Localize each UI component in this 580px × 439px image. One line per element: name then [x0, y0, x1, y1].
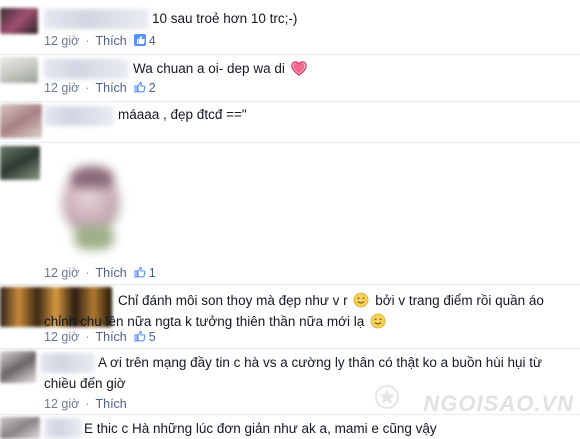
commenter-name[interactable] [44, 59, 129, 79]
like-count[interactable]: 4 [149, 34, 156, 48]
like-button[interactable]: Thích [95, 330, 126, 344]
comment-text: Wa chuan a oi- dep wa di [133, 58, 309, 82]
divider [0, 101, 580, 102]
comment-image[interactable] [44, 148, 134, 254]
divider [0, 284, 580, 285]
timestamp[interactable]: 12 giờ [44, 34, 79, 48]
comment-text: chiều đến giờ [44, 376, 126, 391]
like-button[interactable]: Thích [95, 266, 126, 280]
comment-meta: 12 giờ · Thích 2 [44, 80, 156, 96]
separator-dot: · [85, 330, 90, 344]
avatar[interactable] [0, 351, 36, 383]
thumbs-up-icon[interactable] [133, 33, 147, 50]
avatar[interactable] [0, 146, 40, 180]
thumbs-up-icon[interactable] [133, 265, 147, 282]
avatar[interactable] [0, 104, 42, 138]
like-count[interactable]: 1 [149, 266, 156, 280]
divider [0, 54, 580, 55]
comment-meta: 12 giờ · Thích 1 [44, 265, 156, 281]
comment-text: E thic c Hà những lúc đơn giản như ak a,… [84, 421, 437, 436]
timestamp[interactable]: 12 giờ [44, 397, 79, 411]
separator-dot: · [85, 34, 90, 48]
commenter-name[interactable] [40, 353, 95, 373]
timestamp[interactable]: 12 giờ [44, 266, 79, 280]
comment-meta: 12 giờ · Thích 5 [44, 329, 156, 345]
like-button[interactable]: Thích [95, 34, 126, 48]
separator-dot: · [85, 81, 90, 95]
commenter-name[interactable] [44, 9, 149, 29]
separator-dot: · [85, 397, 90, 411]
smile-emoji-icon [370, 313, 386, 335]
thumbs-up-icon[interactable] [133, 80, 147, 97]
timestamp[interactable]: 12 giờ [44, 81, 79, 95]
like-count[interactable]: 2 [149, 81, 156, 95]
commenter-name[interactable] [44, 418, 82, 438]
divider [0, 414, 580, 415]
heart-icon [290, 61, 307, 82]
separator-dot: · [85, 266, 90, 280]
like-button[interactable]: Thích [95, 397, 126, 411]
timestamp[interactable]: 12 giờ [44, 330, 79, 344]
comment-text: A ơi trên mạng đầy tin c hà vs a cường l… [98, 355, 543, 370]
comment-meta: 12 giờ · Thích [44, 396, 127, 412]
comment-meta: 12 giờ · Thích 4 [44, 33, 156, 49]
divider [0, 142, 580, 143]
comment-text: máaaa , đẹp đtcđ ==" [118, 107, 247, 122]
avatar[interactable] [0, 417, 40, 439]
comment-text: 10 sau troẻ hơn 10 trc;-) [152, 11, 298, 26]
thumbs-up-icon[interactable] [133, 329, 147, 346]
commenter-name[interactable] [44, 106, 114, 126]
avatar[interactable] [0, 8, 38, 34]
divider [0, 348, 580, 349]
avatar[interactable] [0, 57, 38, 83]
watermark-logo-icon [374, 384, 400, 415]
like-button[interactable]: Thích [95, 81, 126, 95]
like-count[interactable]: 5 [149, 330, 156, 344]
